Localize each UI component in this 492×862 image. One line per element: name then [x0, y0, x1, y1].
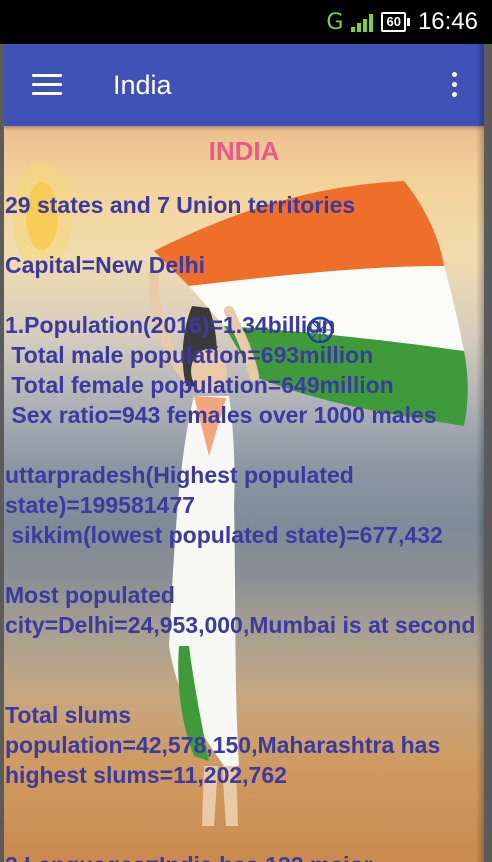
content-scroll-area[interactable]: INDIA 29 states and 7 Union territories … [4, 126, 484, 862]
edge-shadow [476, 44, 484, 862]
city-population-text: Most populated city=Delhi=24,953,000,Mum… [5, 582, 476, 638]
slums-text: Total slums population=42,578,150,Mahara… [5, 702, 447, 788]
page-heading: INDIA [208, 136, 280, 166]
app-title: India [113, 70, 172, 100]
status-bar: G 60 16:46 [0, 0, 492, 44]
app-bar: India [4, 44, 484, 126]
more-vert-icon[interactable] [450, 72, 458, 100]
signal-strength-icon [351, 12, 374, 32]
capital-text: Capital=New Delhi [5, 252, 206, 278]
languages-text: 2.Languages=India has 122 major [5, 850, 483, 862]
states-text: 29 states and 7 Union territories [5, 192, 356, 218]
state-population-text: uttarpradesh(Highest populated state)=19… [5, 462, 443, 548]
clock: 16:46 [417, 8, 478, 35]
status-icons: G 60 16:46 [326, 0, 478, 44]
hamburger-menu-icon[interactable] [32, 74, 62, 96]
app-window: India INDIA 29 states and 7 Union territ… [4, 44, 484, 862]
network-type: G [326, 9, 344, 35]
battery-icon: 60 [381, 12, 411, 32]
population-text: 1.Population(2016)=1.34billion Total mal… [5, 312, 437, 428]
